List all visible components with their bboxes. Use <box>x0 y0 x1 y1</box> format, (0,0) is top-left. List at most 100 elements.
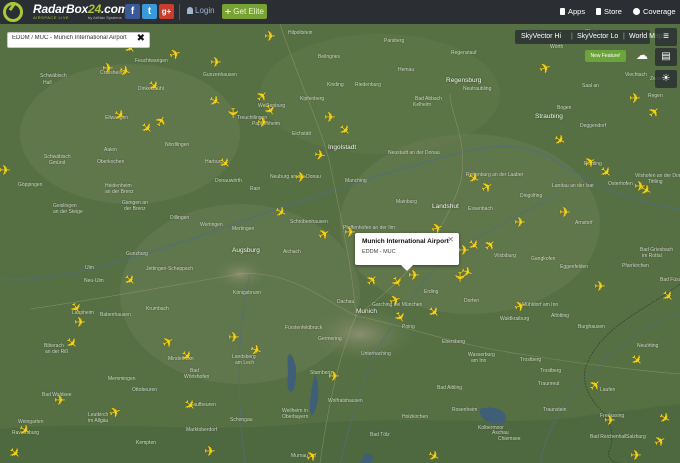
aircraft-icon[interactable] <box>227 330 241 344</box>
brand-byline: by AirNav Systems <box>88 15 122 20</box>
town-label: Rosenheim <box>452 407 478 413</box>
town-label: am Inn <box>471 358 487 364</box>
town-label: Schwäbisch <box>40 73 67 79</box>
lightbulb-icon[interactable]: ☀︎ <box>655 70 677 88</box>
twitter-icon[interactable]: t <box>142 4 157 19</box>
city-label: Augsburg <box>232 247 260 254</box>
town-label: Dingolfing <box>520 193 543 199</box>
town-label: Gunzburg <box>126 251 148 257</box>
nav-store[interactable]: Store <box>596 7 622 16</box>
town-label: Kipfenberg <box>300 96 325 102</box>
town-label: Feuchtwangen <box>135 58 168 64</box>
town-label: Kinding <box>327 82 344 88</box>
nav-coverage[interactable]: Coverage <box>633 7 676 16</box>
facebook-icon[interactable]: f <box>125 4 140 19</box>
aircraft-icon[interactable] <box>101 61 115 75</box>
town-label: Essenbach <box>468 206 493 212</box>
town-label: Trostberg <box>540 368 562 374</box>
town-label: Eggenfelden <box>560 264 589 270</box>
town-label: Traunstein <box>543 407 567 413</box>
aircraft-icon[interactable] <box>323 110 337 124</box>
aircraft-icon[interactable] <box>593 279 607 293</box>
town-label: Neustadt an der Donau <box>388 150 440 156</box>
popup-close-icon[interactable]: ✕ <box>447 235 454 244</box>
radarbox-logo-icon[interactable] <box>3 2 23 22</box>
town-label: Beilngries <box>318 54 340 60</box>
town-label: Bad Reichenhall <box>590 434 627 440</box>
map-settings-icon[interactable]: ≡ <box>655 28 677 46</box>
aircraft-icon[interactable] <box>256 115 270 129</box>
aircraft-icon[interactable] <box>453 270 467 284</box>
city-label: Regensburg <box>446 77 482 84</box>
weather-cloud-icon[interactable]: ☁︎ <box>631 46 653 64</box>
town-label: Holzkirchen <box>402 414 429 420</box>
aircraft-icon[interactable] <box>294 170 308 184</box>
city-label: Munich <box>356 308 377 315</box>
town-label: Pfarrkirchen <box>622 263 649 269</box>
aircraft-icon[interactable] <box>327 369 341 383</box>
aircraft-icon[interactable] <box>226 106 240 120</box>
town-label: Neutraubling <box>463 86 492 92</box>
town-label: Mainburg <box>396 199 417 205</box>
top-bar: RadarBox24.com AIRSPACE LIVE by AirNav S… <box>0 0 680 24</box>
nav-apps[interactable]: Apps <box>560 7 585 16</box>
aircraft-icon[interactable] <box>53 393 67 407</box>
aircraft-icon[interactable] <box>73 315 87 329</box>
flight-map[interactable]: Ingolstadt Augsburg Munich Regensburg Landsh… <box>0 24 680 463</box>
town-label: Burghausen <box>578 324 605 330</box>
town-label: Schongau <box>230 417 253 423</box>
town-label: Königsbrunn <box>233 290 262 296</box>
town-label: Hall <box>43 80 52 86</box>
airport-search-input[interactable]: EDDM / MUC - Munich International Airpor… <box>7 32 150 48</box>
login-link[interactable]: Login <box>187 6 215 15</box>
town-label: Poing <box>402 324 415 330</box>
aircraft-icon[interactable] <box>312 147 328 163</box>
town-label: Dachau <box>337 299 355 305</box>
town-label: Hemau <box>398 67 415 73</box>
search-query-text: EDDM / MUC - Munich International Airpor… <box>12 35 127 41</box>
town-label: Germering <box>318 336 342 342</box>
clear-search-icon[interactable]: ✖ <box>137 33 145 44</box>
map-options-icon[interactable]: ▤ <box>655 48 677 66</box>
aircraft-icon[interactable] <box>209 55 223 69</box>
aircraft-icon[interactable] <box>629 448 643 462</box>
aircraft-icon[interactable] <box>603 413 617 427</box>
town-label: Regen <box>648 93 663 99</box>
town-label: Gunzenhausen <box>203 72 237 78</box>
town-label: Hilpoltstein <box>288 30 313 36</box>
town-label: Bad Füssing <box>660 277 680 283</box>
google-plus-icon[interactable]: g+ <box>159 4 174 19</box>
new-feature-badge[interactable]: New Feature! <box>585 50 626 62</box>
layer-skyvector-lo[interactable]: SkyVector Lo <box>577 30 618 44</box>
town-label: Riedenburg <box>355 82 381 88</box>
layer-separator: | <box>571 33 573 40</box>
town-label: Ebersberg <box>442 339 466 345</box>
town-label: Göppingen <box>18 182 43 188</box>
town-label: Oberbayern <box>282 414 309 420</box>
town-label: Babenhausen <box>100 312 131 318</box>
aircraft-icon[interactable] <box>628 91 642 105</box>
town-label: Saal an <box>582 83 599 89</box>
airport-info-popup[interactable]: Munich International Airport EDDM - MUC … <box>355 233 459 271</box>
aircraft-icon[interactable] <box>513 215 527 229</box>
brand-tagline: AIRSPACE LIVE <box>33 15 70 20</box>
map-layer-selector: SkyVector Hi | SkyVector Lo | World Map <box>515 30 663 44</box>
town-label: Wörishofen <box>184 374 210 380</box>
header-divider <box>179 4 180 20</box>
aircraft-icon[interactable] <box>0 163 12 177</box>
town-label: Viechtach <box>625 72 647 78</box>
town-label: Kelheim <box>413 102 432 108</box>
town-label: Wolfratshausen <box>328 398 363 404</box>
layer-skyvector-hi[interactable]: SkyVector Hi <box>521 30 561 44</box>
town-label: Wertingen <box>200 222 223 228</box>
town-label: Salzburg <box>626 434 646 440</box>
get-elite-button[interactable]: ➕︎ Get Elite <box>222 4 267 19</box>
aircraft-icon[interactable] <box>263 29 277 43</box>
user-icon <box>187 7 193 14</box>
brand-logo[interactable]: RadarBox24.com <box>33 2 128 16</box>
town-label: Fürstenfeldbruck <box>285 325 323 331</box>
aircraft-icon[interactable] <box>558 205 572 219</box>
town-label: Memmingen <box>108 376 136 382</box>
aircraft-icon[interactable] <box>203 444 217 458</box>
town-label: Mertingen <box>232 226 255 232</box>
